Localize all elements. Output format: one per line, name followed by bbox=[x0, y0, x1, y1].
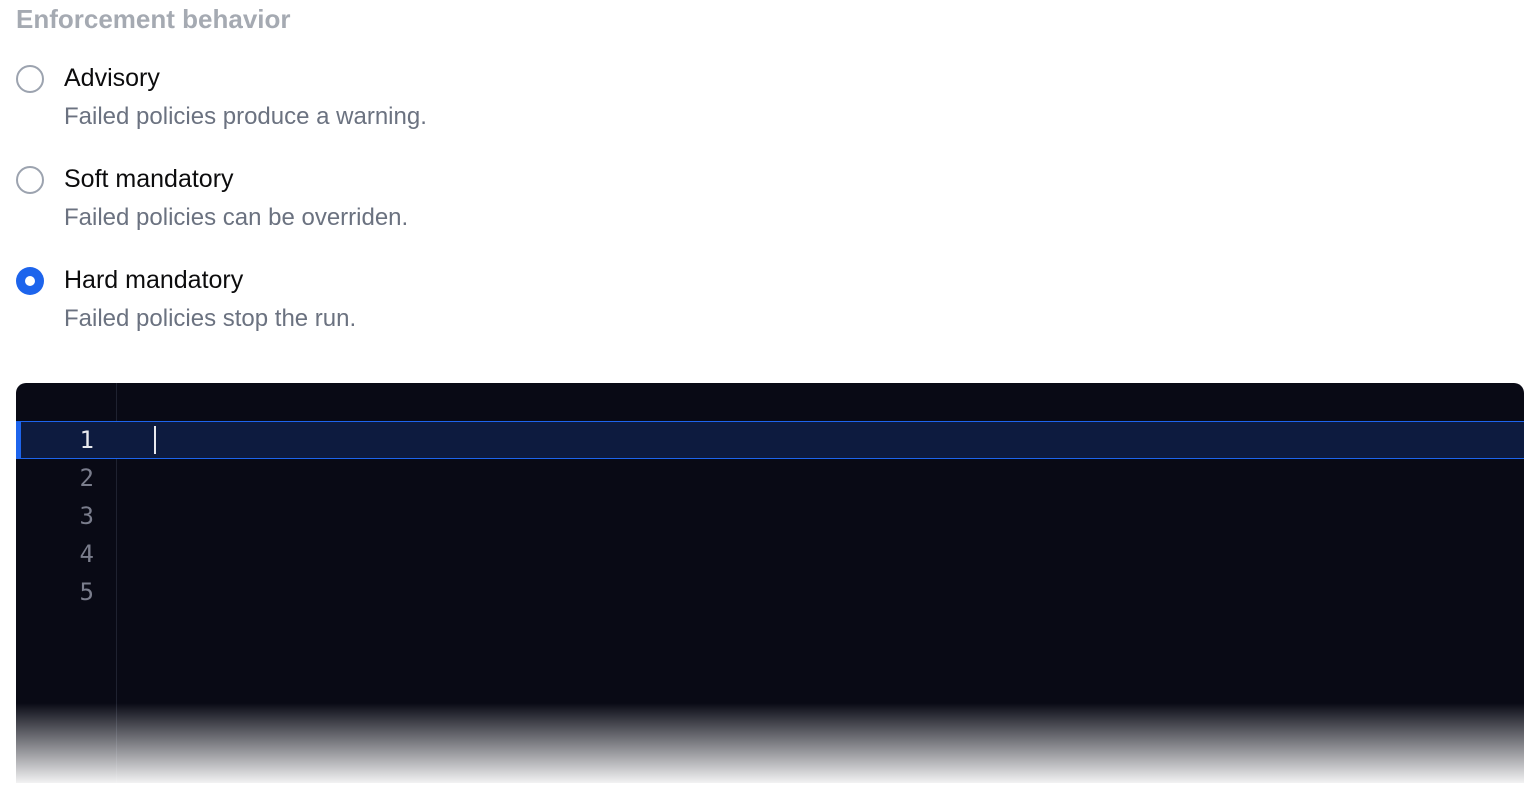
radio-text: Soft mandatory Failed policies can be ov… bbox=[64, 164, 408, 233]
enforcement-radio-group: Advisory Failed policies produce a warni… bbox=[16, 63, 1524, 335]
line-content[interactable] bbox=[112, 573, 1524, 611]
line-content[interactable] bbox=[112, 422, 1524, 458]
editor-line[interactable]: 4 bbox=[16, 535, 1524, 573]
line-content[interactable] bbox=[112, 497, 1524, 535]
section-title: Enforcement behavior bbox=[16, 0, 1524, 35]
radio-inner-dot bbox=[25, 276, 35, 286]
editor-line[interactable]: 3 bbox=[16, 497, 1524, 535]
radio-icon bbox=[16, 166, 44, 194]
line-number: 5 bbox=[16, 578, 112, 606]
radio-label: Soft mandatory bbox=[64, 164, 408, 194]
editor-fade-overlay bbox=[16, 703, 1524, 783]
editor-lines: 1 2 3 4 5 bbox=[16, 421, 1524, 611]
radio-text: Hard mandatory Failed policies stop the … bbox=[64, 265, 356, 334]
code-editor[interactable]: 1 2 3 4 5 bbox=[16, 383, 1524, 783]
radio-option-advisory[interactable]: Advisory Failed policies produce a warni… bbox=[16, 63, 1524, 132]
radio-option-soft-mandatory[interactable]: Soft mandatory Failed policies can be ov… bbox=[16, 164, 1524, 233]
line-number: 4 bbox=[16, 540, 112, 568]
text-cursor-icon bbox=[154, 426, 156, 454]
line-content[interactable] bbox=[112, 535, 1524, 573]
radio-icon bbox=[16, 65, 44, 93]
line-number: 2 bbox=[16, 464, 112, 492]
editor-line-active[interactable]: 1 bbox=[16, 421, 1524, 459]
radio-text: Advisory Failed policies produce a warni… bbox=[64, 63, 427, 132]
radio-icon-selected bbox=[16, 267, 44, 295]
editor-line[interactable]: 2 bbox=[16, 459, 1524, 497]
line-content[interactable] bbox=[112, 459, 1524, 497]
radio-option-hard-mandatory[interactable]: Hard mandatory Failed policies stop the … bbox=[16, 265, 1524, 334]
radio-label: Advisory bbox=[64, 63, 427, 93]
radio-description: Failed policies can be overriden. bbox=[64, 202, 408, 233]
radio-description: Failed policies produce a warning. bbox=[64, 101, 427, 132]
editor-line[interactable]: 5 bbox=[16, 573, 1524, 611]
radio-label: Hard mandatory bbox=[64, 265, 356, 295]
radio-description: Failed policies stop the run. bbox=[64, 303, 356, 334]
line-number: 1 bbox=[21, 426, 112, 454]
line-number: 3 bbox=[16, 502, 112, 530]
